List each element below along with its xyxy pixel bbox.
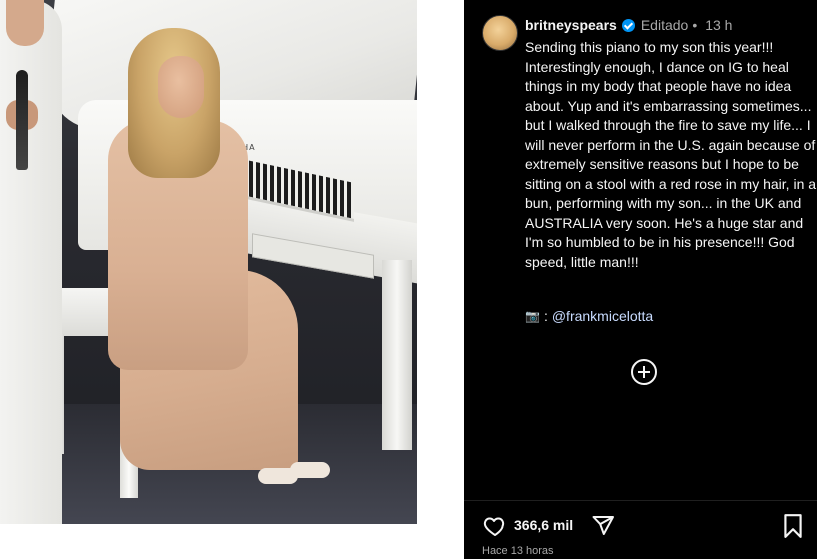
camera-icon: 📷 [525,309,540,323]
verified-badge-icon [621,18,635,32]
header-separator: • [692,17,698,33]
post-timestamp: Hace 13 horas [482,545,554,557]
piano-leg [382,260,412,450]
left-person-face [6,0,44,46]
credit-colon: : [543,308,548,324]
edited-label: Editado [640,17,689,33]
post-header: britneyspears Editado • 13 h [525,17,732,33]
heart-icon[interactable] [482,514,508,538]
post-panel: britneyspears Editado • 13 h Sending thi… [464,0,817,559]
bookmark-icon[interactable] [782,513,804,539]
woman-face [158,56,204,118]
post-actions: 366,6 mil [482,512,806,540]
user-avatar[interactable] [482,15,518,51]
post-time[interactable]: 13 h [705,17,732,33]
photo-credit: 📷 : @frankmicelotta [525,308,653,324]
left-person [0,0,62,524]
actions-divider [464,500,817,501]
post-caption: Sending this piano to my son this year!!… [525,39,817,270]
username-link[interactable]: britneyspears [525,17,617,33]
paper-plane-icon[interactable] [590,514,616,538]
plus-circle-icon[interactable] [631,359,657,385]
mention-link[interactable]: @frankmicelotta [552,308,653,324]
post-image[interactable]: YAMAHA [0,0,417,524]
shoe [290,462,330,478]
likes-count[interactable]: 366,6 mil [514,517,573,533]
microphone [16,70,28,170]
